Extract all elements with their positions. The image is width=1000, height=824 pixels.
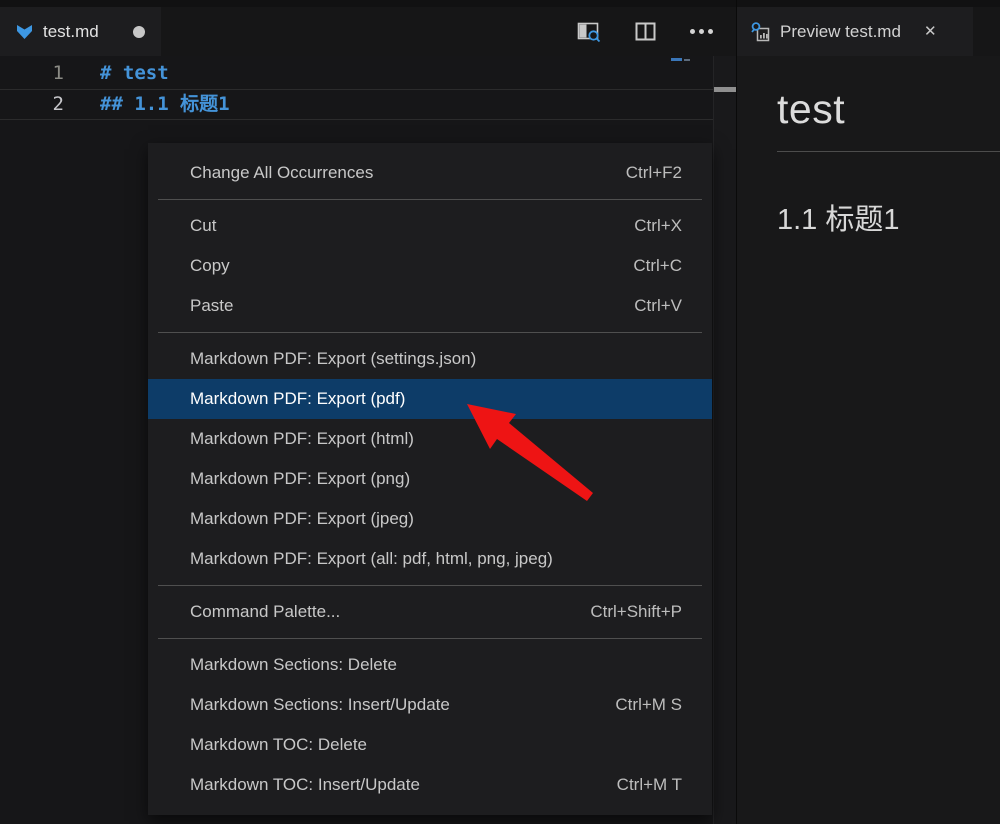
- menu-item-sections-delete[interactable]: Markdown Sections: Delete: [148, 645, 712, 685]
- markdown-file-icon: [16, 24, 33, 40]
- ellipsis-icon: [690, 29, 713, 34]
- tab-label: test.md: [43, 22, 99, 42]
- overview-ruler-cursor-marker: [714, 87, 736, 92]
- menu-item-sections-insert-update[interactable]: Markdown Sections: Insert/UpdateCtrl+M S: [148, 685, 712, 725]
- minimap-mark: [671, 58, 682, 61]
- code-text: # test: [100, 58, 169, 89]
- minimap-mark: [684, 59, 690, 61]
- close-icon[interactable]: ✕: [924, 24, 937, 39]
- menu-separator: [158, 332, 702, 333]
- more-actions-button[interactable]: [686, 17, 716, 47]
- menu-item-toc-insert-update[interactable]: Markdown TOC: Insert/UpdateCtrl+M T: [148, 765, 712, 805]
- preview-tabbar: Preview test.md ✕: [737, 0, 1000, 56]
- preview-heading-1: test: [777, 86, 1000, 133]
- preview-group: Preview test.md ✕ test 1.1 标题1: [736, 0, 1000, 824]
- menu-item-toc-delete[interactable]: Markdown TOC: Delete: [148, 725, 712, 765]
- menu-item-export-html[interactable]: Markdown PDF: Export (html): [148, 419, 712, 459]
- vscode-window: test.md: [0, 0, 1000, 824]
- menu-item-cut[interactable]: CutCtrl+X: [148, 206, 712, 246]
- menu-item-command-palette[interactable]: Command Palette...Ctrl+Shift+P: [148, 592, 712, 632]
- preview-heading-2: 1.1 标题1: [777, 196, 1000, 238]
- code-line-1: 1 # test: [0, 58, 713, 89]
- context-menu: Change All OccurrencesCtrl+F2 CutCtrl+X …: [148, 143, 712, 815]
- open-preview-side-button[interactable]: [574, 17, 604, 47]
- menu-item-export-all[interactable]: Markdown PDF: Export (all: pdf, html, pn…: [148, 539, 712, 579]
- markdown-preview-content: test 1.1 标题1: [737, 56, 1000, 824]
- menu-item-change-all-occurrences[interactable]: Change All OccurrencesCtrl+F2: [148, 153, 712, 193]
- preview-tabbar-rest: [973, 7, 1000, 56]
- menu-separator: [158, 585, 702, 586]
- line-number: 2: [0, 89, 64, 120]
- tab-preview-test-md[interactable]: Preview test.md ✕: [737, 7, 973, 56]
- menu-item-export-jpeg[interactable]: Markdown PDF: Export (jpeg): [148, 499, 712, 539]
- menu-separator: [158, 199, 702, 200]
- preview-divider: [777, 151, 1000, 152]
- line-number: 1: [0, 58, 64, 89]
- split-editor-button[interactable]: [630, 17, 660, 47]
- menu-item-paste[interactable]: PasteCtrl+V: [148, 286, 712, 326]
- editor-scrollbar[interactable]: [713, 56, 736, 824]
- tab-label: Preview test.md: [780, 22, 901, 42]
- editor-tabbar-actions: [161, 7, 736, 56]
- markdown-preview-icon: [751, 22, 771, 42]
- menu-item-export-png[interactable]: Markdown PDF: Export (png): [148, 459, 712, 499]
- modified-dot-icon[interactable]: [133, 26, 145, 38]
- tab-test-md[interactable]: test.md: [0, 7, 161, 56]
- code-text: ## 1.1 标题1: [100, 89, 230, 120]
- menu-separator: [158, 638, 702, 639]
- code-line-2: 2 ## 1.1 标题1: [0, 89, 713, 120]
- editor-tabbar: test.md: [0, 0, 736, 56]
- menu-item-copy[interactable]: CopyCtrl+C: [148, 246, 712, 286]
- menu-item-export-pdf[interactable]: Markdown PDF: Export (pdf): [148, 379, 712, 419]
- menu-item-export-settings-json[interactable]: Markdown PDF: Export (settings.json): [148, 339, 712, 379]
